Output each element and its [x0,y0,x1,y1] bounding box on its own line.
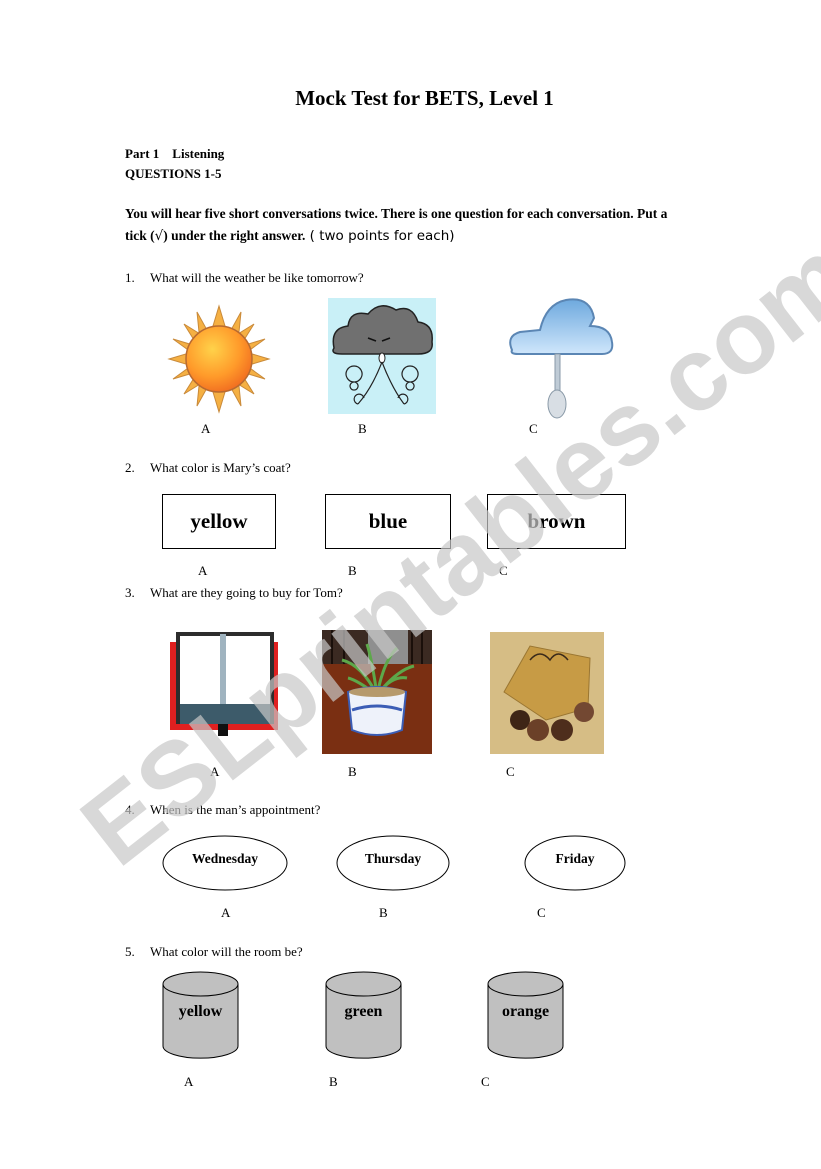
option-label-a: A [184,1074,194,1089]
option-cylinder-green: green [325,970,402,1060]
tick-symbol: √ [154,228,164,244]
option-label-c: C [537,905,546,920]
option-label-b: B [348,563,357,578]
option-label-a: A [210,764,220,779]
question-5: 5. What color will the room be? [125,944,303,959]
option-label-b: B [348,764,357,779]
book-icon [170,632,280,738]
rain-cloud-icon [506,290,616,440]
option-ellipse-thursday: Thursday [336,835,450,891]
question-4: 4. When is the man’s appointment? [125,802,321,817]
option-label-c: C [481,1074,490,1089]
option-label-b: B [358,421,367,436]
chocolate-gift-box-icon [490,632,604,754]
windy-cloud-icon [328,298,436,414]
part-heading: Part 1 Listening [125,146,225,161]
question-1: 1. What will the weather be like tomorrow… [125,270,364,285]
option-cylinder-orange: orange [487,970,564,1060]
questions-range-heading: QUESTIONS 1-5 [125,166,222,181]
document-title: Mock Test for BETS, Level 1 [295,86,554,110]
option-ellipse-friday: Friday [524,835,626,891]
option-box-yellow: yellow [162,494,276,549]
option-cylinder-yellow: yellow [162,970,239,1060]
instructions-line-2: tick (√) under the right answer. ( two p… [125,228,455,244]
option-label-c: C [506,764,515,779]
option-ellipse-wednesday: Wednesday [162,835,288,891]
option-label-a: A [221,905,231,920]
question-2: 2. What color is Mary’s coat? [125,460,291,475]
question-3: 3. What are they going to buy for Tom? [125,585,343,600]
option-label-a: A [201,421,211,436]
option-label-c: C [499,563,508,578]
potted-plant-icon [322,630,432,754]
instructions-line-1: You will hear five short conversations t… [125,206,668,221]
sun-icon [167,304,271,414]
option-box-blue: blue [325,494,451,549]
option-label-c: C [529,421,538,436]
watermark: ESLprintables.com [61,217,821,888]
option-label-b: B [329,1074,338,1089]
instructions: You will hear five short conversations t… [125,203,730,247]
option-box-brown: brown [487,494,626,549]
option-label-b: B [379,905,388,920]
option-label-a: A [198,563,208,578]
